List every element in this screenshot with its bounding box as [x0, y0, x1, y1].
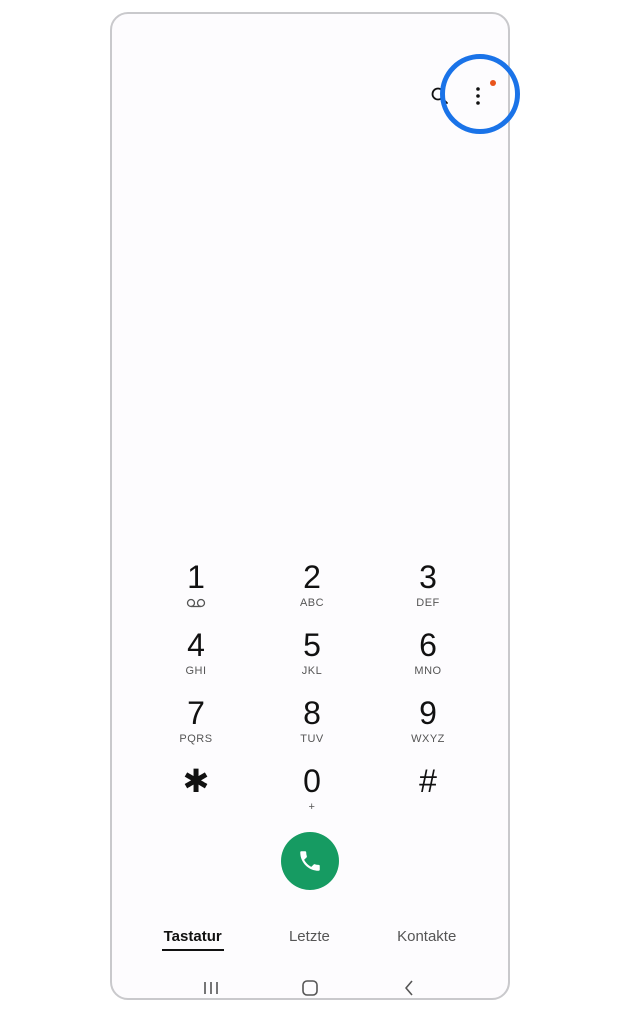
key-letters: + [308, 801, 316, 813]
more-options-button[interactable] [466, 80, 496, 108]
key-letters: DEF [416, 597, 440, 609]
key-digit: 6 [419, 627, 437, 663]
key-4[interactable]: 4 GHI [138, 626, 254, 694]
key-digit: 0 [303, 763, 321, 799]
key-3[interactable]: 3 DEF [370, 558, 486, 626]
key-digit: 4 [187, 627, 205, 663]
call-area [112, 832, 508, 890]
key-6[interactable]: 6 MNO [370, 626, 486, 694]
key-9[interactable]: 9 WXYZ [370, 694, 486, 762]
key-2[interactable]: 2 ABC [254, 558, 370, 626]
system-navbar [112, 974, 508, 1002]
key-digit: 8 [303, 695, 321, 731]
key-letters: MNO [414, 665, 442, 677]
key-hash[interactable]: # [370, 762, 486, 830]
back-icon [404, 980, 413, 996]
bottom-tabs: Tastatur Letzte Kontakte [112, 924, 508, 951]
key-letters: ABC [299, 597, 325, 609]
key-star[interactable]: ✱ [138, 762, 254, 830]
key-letters: JKL [301, 665, 323, 677]
home-button[interactable] [290, 976, 330, 1000]
phone-screen: 1 2 ABC 3 DEF 4 GHI 5 JKL 6 MNO 7 PQRS 8… [110, 12, 520, 1002]
recent-apps-icon [204, 982, 219, 994]
search-icon [431, 87, 448, 104]
back-button[interactable] [389, 976, 429, 1000]
voicemail-icon [186, 596, 206, 610]
search-button[interactable] [428, 84, 452, 108]
key-letters: GHI [185, 665, 207, 677]
top-toolbar [428, 80, 496, 108]
key-letters: TUV [300, 733, 324, 745]
key-0[interactable]: 0 + [254, 762, 370, 830]
notification-dot [490, 80, 496, 86]
key-digit: 9 [419, 695, 437, 731]
key-8[interactable]: 8 TUV [254, 694, 370, 762]
key-digit: 3 [419, 559, 437, 595]
recent-apps-button[interactable] [191, 976, 231, 1000]
home-icon [302, 980, 318, 996]
dial-keypad: 1 2 ABC 3 DEF 4 GHI 5 JKL 6 MNO 7 PQRS 8… [138, 558, 486, 830]
key-7[interactable]: 7 PQRS [138, 694, 254, 762]
tab-recents[interactable]: Letzte [287, 924, 332, 951]
call-button[interactable] [281, 832, 339, 890]
key-letters: PQRS [179, 733, 213, 745]
key-digit: 7 [187, 695, 205, 731]
key-5[interactable]: 5 JKL [254, 626, 370, 694]
key-1[interactable]: 1 [138, 558, 254, 626]
key-digit: ✱ [182, 763, 210, 799]
more-vertical-icon [476, 87, 480, 105]
phone-icon [300, 851, 320, 871]
key-digit: 2 [303, 559, 321, 595]
key-digit: 5 [303, 627, 321, 663]
key-letters: WXYZ [411, 733, 445, 745]
key-digit: 1 [187, 559, 205, 595]
tab-keypad[interactable]: Tastatur [161, 924, 224, 951]
tab-contacts[interactable]: Kontakte [395, 924, 458, 951]
key-digit: # [419, 763, 437, 799]
